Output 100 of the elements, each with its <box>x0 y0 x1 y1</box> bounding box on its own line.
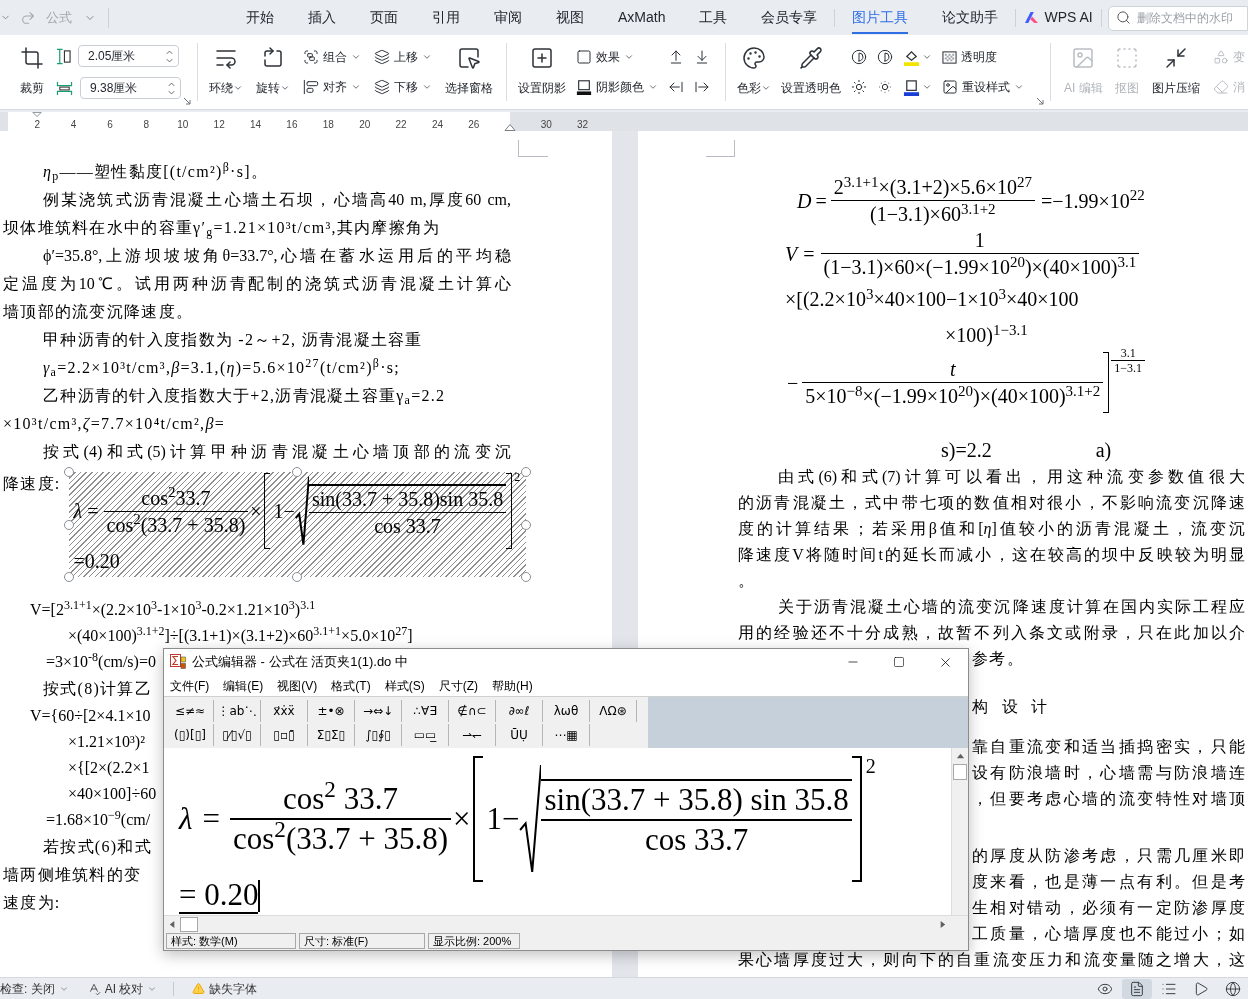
redo-icon[interactable] <box>20 9 36 26</box>
scroll-left-arrow-icon[interactable] <box>168 919 177 929</box>
status-button[interactable]: 缺失字体 <box>192 979 258 998</box>
template-palette-button[interactable]: ∫▯∮▯ <box>355 723 402 746</box>
menu-tab[interactable]: 引用 <box>415 0 477 35</box>
equals-sign: = <box>202 800 220 838</box>
template-palette-button[interactable]: ▯⁄▯√▯ <box>214 723 261 746</box>
scrollbar-thumb[interactable] <box>953 764 967 780</box>
menu-tab[interactable]: 视图 <box>539 0 601 35</box>
symbol-palette-button[interactable]: ∴∀∃ <box>402 699 449 722</box>
align-icon <box>303 79 319 95</box>
symbol-palette-button[interactable]: ∉∩⊂ <box>449 699 496 722</box>
template-palette-button[interactable]: Σ▯Σ▯ <box>308 723 355 746</box>
resize-handle[interactable] <box>521 467 532 477</box>
size-field[interactable]: 9.38厘米 <box>80 77 181 99</box>
template-palette-button[interactable]: ▭▭̲ <box>402 723 449 746</box>
menu-tab[interactable]: 图片工具 <box>835 0 926 35</box>
minus-sign: − <box>787 370 799 396</box>
spin-arrows-icon[interactable] <box>165 48 174 64</box>
view-button[interactable] <box>1122 978 1152 999</box>
template-palette-button[interactable]: ŪỤ <box>496 723 543 746</box>
scrollbar-track[interactable] <box>951 748 968 915</box>
menu-tab[interactable]: 页面 <box>353 0 415 35</box>
play-icon <box>1193 980 1209 997</box>
resize-handle[interactable] <box>292 467 303 477</box>
menu-item[interactable]: 编辑(E) <box>223 676 264 695</box>
resize-handle[interactable] <box>521 519 532 530</box>
resize-handle[interactable] <box>292 572 303 582</box>
spin-arrows-icon[interactable] <box>167 80 176 96</box>
paragraph: 靠自重流变和适当插捣密实，只能 设有防浪墙时，心墙需与防浪墙连 ，但要考虑心墙的流变特性对墙顶 <box>972 737 1245 809</box>
equals-sign: = <box>815 188 827 214</box>
menu-tab[interactable]: 插入 <box>291 0 353 35</box>
ribbon-button[interactable]: 对齐 <box>300 75 364 99</box>
menu-tab[interactable]: 论文助手 <box>925 0 1016 35</box>
ribbon-button[interactable]: 重设样式 <box>939 75 1027 99</box>
symbol-palette-button[interactable]: ΛΩ⊛ <box>590 699 637 722</box>
template-palette-button[interactable]: (▯)[▯] <box>167 723 214 746</box>
ribbon-button[interactable]: 效果 <box>573 45 661 69</box>
menu-item[interactable]: 视图(V) <box>277 676 318 695</box>
plus-square-icon <box>530 46 554 70</box>
menu-tab[interactable]: 会员专享 <box>744 0 835 35</box>
ribbon-button[interactable]: 图片压缩 <box>1149 45 1204 99</box>
ribbon-button[interactable]: 环绕 <box>206 45 246 99</box>
indent-marker-icon[interactable] <box>31 112 43 117</box>
ruler-number: 8 <box>143 119 150 130</box>
paragraph: 果心墙厚度过大，则向下的自重流变压力和流变量随之增大，这 <box>738 950 1245 970</box>
menu-tab[interactable]: 工具 <box>682 0 745 35</box>
resize-handle[interactable] <box>63 572 74 582</box>
ribbon-button[interactable]: 组合 <box>300 45 364 69</box>
menu-item[interactable]: 样式(S) <box>384 676 425 695</box>
symbol-palette-button[interactable]: λωθ <box>543 699 590 722</box>
symbol-palette-button[interactable]: ∂∞ℓ <box>496 699 543 722</box>
ribbon-button[interactable]: 色彩 <box>734 45 774 99</box>
ai-tab[interactable]: WPS AI <box>1016 0 1101 35</box>
menu-tab[interactable]: 开始 <box>229 0 291 35</box>
window-title: 公式编辑器 - 公式在 活页夹1(1).do 中 <box>192 653 408 672</box>
ribbon-button[interactable]: 设置透明色 <box>778 45 844 99</box>
ribbon-button[interactable]: 设置阴影 <box>515 45 569 99</box>
margin-corner-mark <box>518 140 548 157</box>
formula-text: ×100)$^{1−3.1}$ <box>945 324 1028 346</box>
square-root-icon <box>519 764 542 874</box>
resize-handle[interactable] <box>63 467 74 477</box>
scroll-right-arrow-icon[interactable] <box>938 919 947 929</box>
status-button[interactable]: AI 校对 <box>86 979 158 998</box>
scrollbar-track[interactable] <box>164 915 968 932</box>
denominator-text: (1−3.1)×60$^{3.1+2}$ <box>830 200 1035 227</box>
scrollbar-thumb[interactable] <box>180 916 198 932</box>
menu-item[interactable]: 帮助(H) <box>492 676 533 695</box>
ribbon-button[interactable]: 旋转 <box>253 45 293 99</box>
exponent-text: 2 <box>514 471 521 483</box>
resize-handle[interactable] <box>63 519 74 530</box>
template-palette-button[interactable]: ▯▫▯̄ <box>261 723 308 746</box>
symbol-palette-button[interactable]: x⃗ẋẍ <box>261 699 308 722</box>
symbol-palette-button[interactable]: ⋮ab⋱ <box>214 699 261 722</box>
ribbon-button[interactable]: 透明度 <box>939 45 1027 69</box>
size-field[interactable]: 2.05厘米 <box>78 45 179 67</box>
ribbon-button[interactable]: 裁剪 <box>17 45 47 99</box>
template-palette-button[interactable]: ⇀↽ <box>449 723 496 746</box>
dialog-launcher-icon[interactable] <box>183 97 191 105</box>
ribbon-button[interactable]: 上移 <box>371 45 435 69</box>
ribbon-button[interactable]: 选择窗格 <box>442 45 496 99</box>
ruler-number: 26 <box>468 119 480 130</box>
menu-tab[interactable]: 审阅 <box>477 0 539 35</box>
symbol-palette-button[interactable]: ±•⊗ <box>308 699 355 722</box>
menu-item[interactable]: 尺寸(Z) <box>438 676 478 695</box>
crop-icon <box>20 46 44 70</box>
symbol-palette-button[interactable]: ≤≠≈ <box>167 699 214 722</box>
status-button[interactable]: 检查: 关闭 <box>0 979 69 998</box>
menu-tab[interactable]: AxMath <box>601 0 683 35</box>
dialog-launcher-icon[interactable] <box>1036 97 1044 105</box>
resize-handle[interactable] <box>521 572 532 582</box>
template-palette-button[interactable]: ⋯▦ <box>543 723 590 746</box>
menu-item[interactable]: 文件(F) <box>170 676 210 695</box>
scroll-up-arrow-icon[interactable] <box>955 752 965 761</box>
ribbon-button[interactable]: 阴影颜色 <box>573 75 661 99</box>
symbol-palette-button[interactable]: →⇔↓ <box>355 699 402 722</box>
ribbon-button[interactable]: 下移 <box>371 75 435 99</box>
menu-item[interactable]: 格式(T) <box>331 676 371 695</box>
numerator-text: 2$^{3.1+1}$×(3.1+2)×5.6×10$^{27}$ <box>832 174 1033 200</box>
search-field[interactable]: 删除文档中的水印 <box>1108 5 1248 31</box>
